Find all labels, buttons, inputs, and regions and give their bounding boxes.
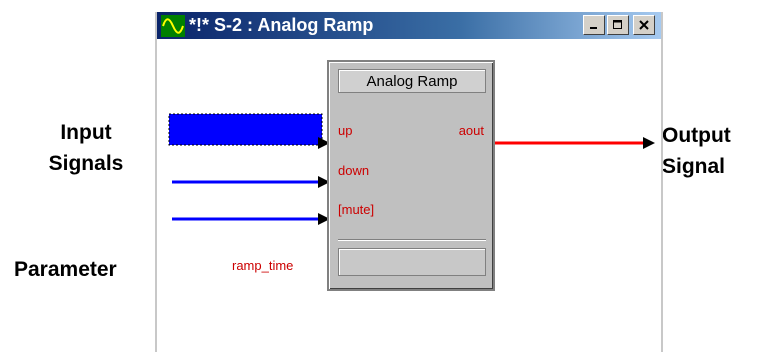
input-signals-label: Input Signals bbox=[48, 121, 124, 175]
sine-wave-icon bbox=[161, 14, 185, 37]
parameter-label: Parameter bbox=[14, 258, 117, 281]
window-titlebar[interactable]: *!* S-2 : Analog Ramp bbox=[157, 12, 661, 39]
ramp-time-field[interactable] bbox=[338, 248, 486, 276]
window-controls bbox=[583, 15, 655, 35]
close-icon bbox=[639, 20, 649, 30]
input-pin-up[interactable]: up bbox=[338, 123, 352, 139]
output-signal-label: Output Signal bbox=[662, 124, 731, 178]
output-pin-aout[interactable]: aout bbox=[459, 123, 484, 139]
block-title: Analog Ramp bbox=[338, 69, 486, 93]
input-pin-mute[interactable]: [mute] bbox=[338, 202, 374, 218]
ramp-time-label: ramp_time bbox=[232, 258, 294, 273]
window-title: *!* S-2 : Analog Ramp bbox=[189, 15, 374, 35]
analog-ramp-block[interactable]: Analog Ramp up down [mute] aout bbox=[327, 60, 495, 291]
block-divider bbox=[338, 239, 486, 241]
minimize-icon bbox=[590, 27, 597, 29]
close-button[interactable] bbox=[633, 15, 655, 35]
input-pin-down[interactable]: down bbox=[338, 163, 369, 179]
maximize-icon bbox=[613, 20, 622, 29]
maximize-button[interactable] bbox=[607, 15, 629, 35]
minimize-button[interactable] bbox=[583, 15, 605, 35]
